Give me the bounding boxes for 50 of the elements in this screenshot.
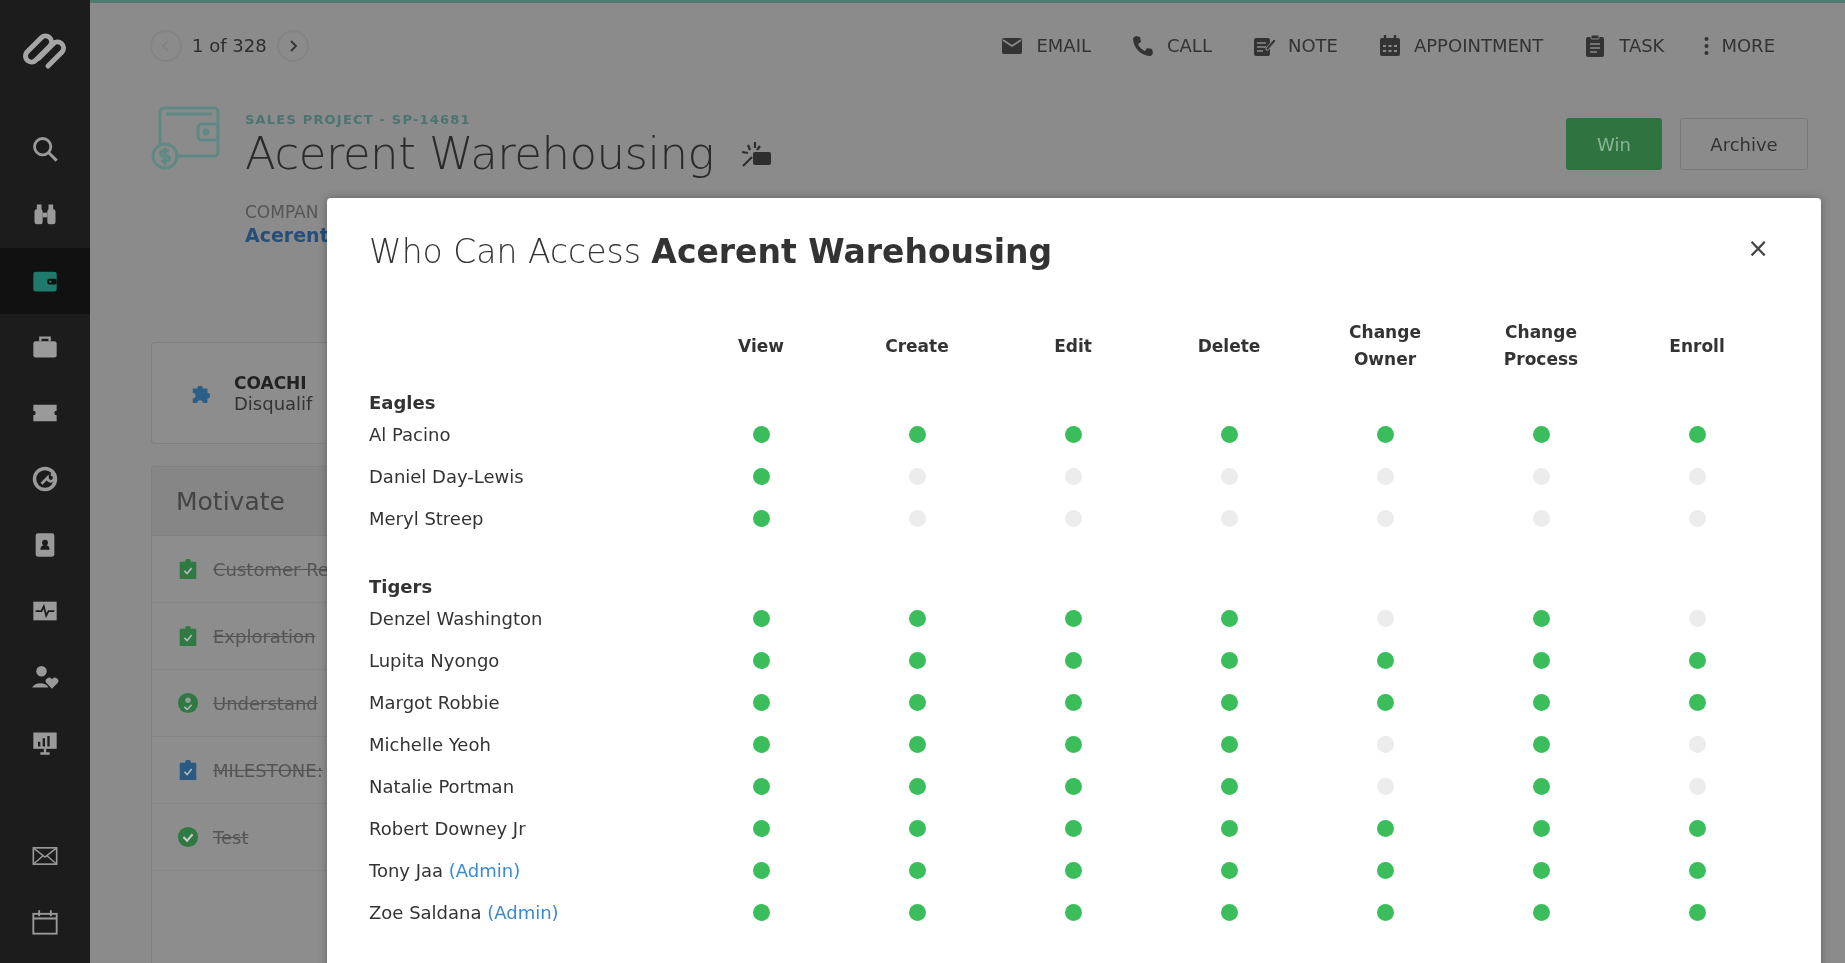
coaching-status: Disqualif	[234, 392, 313, 414]
call-action[interactable]: CALL	[1131, 19, 1212, 72]
member-name: Margot Robbie	[369, 691, 500, 713]
company-link[interactable]: Acerent	[245, 224, 329, 246]
email-action[interactable]: EMAIL	[1000, 19, 1091, 72]
record-title: Acerent Warehousing	[245, 127, 715, 180]
group-label: Eagles	[369, 392, 436, 413]
calendar-icon	[1377, 33, 1402, 58]
note-action[interactable]: NOTE	[1251, 19, 1338, 72]
member-name: Michelle Yeoh	[369, 733, 491, 755]
task-label[interactable]: Test	[213, 826, 249, 848]
modal-title: Who Can Access Acerent Warehousing	[369, 232, 1053, 271]
group-label: Tigers	[369, 576, 433, 597]
member-name: Natalie Portman	[369, 775, 515, 797]
person-heart-icon	[31, 663, 59, 691]
member-name: Lupita Nyongo	[369, 649, 500, 671]
close-button[interactable]: ×	[1739, 232, 1777, 263]
member-name: Denzel Washington	[369, 607, 543, 629]
column-header: Enroll	[1668, 334, 1726, 358]
coaching-title: COACHI	[234, 372, 308, 393]
column-header: Delete	[1196, 334, 1262, 358]
record-type-label: SALES PROJECT - SP-14681	[245, 112, 472, 127]
column-header: Change Process	[1502, 321, 1580, 371]
column-header: View	[737, 334, 785, 358]
more-action[interactable]: MORE	[1704, 19, 1775, 72]
next-button[interactable]	[276, 29, 309, 62]
calendar-icon	[31, 908, 59, 936]
more-icon	[1704, 35, 1710, 56]
admin-link[interactable]: (Admin)	[487, 901, 559, 923]
column-header: Edit	[1053, 334, 1093, 358]
task-action[interactable]: TASK	[1583, 19, 1665, 72]
sparkle-card-icon[interactable]	[740, 139, 773, 168]
phone-icon	[1131, 33, 1155, 58]
member-name: Robert Downey Jr	[369, 817, 526, 839]
member-name: Tony Jaa	[369, 859, 444, 881]
task-label[interactable]: Customer Re	[213, 558, 329, 580]
task-label[interactable]: MILESTONE:	[213, 759, 323, 781]
member-name: Al Pacino	[369, 423, 451, 445]
search-icon	[31, 135, 59, 163]
appointment-action[interactable]: APPOINTMENT	[1377, 19, 1544, 72]
admin-link[interactable]: (Admin)	[448, 859, 521, 881]
member-name: Zoe Saldana	[369, 901, 482, 923]
sidebar-item[interactable]	[0, 248, 90, 314]
column-header: Change Owner	[1348, 321, 1422, 371]
column-header: Create	[884, 334, 950, 358]
record-position: 1 of 328	[192, 35, 267, 56]
task-label[interactable]: Understand	[213, 692, 318, 714]
win-button[interactable]: Win	[1566, 118, 1662, 170]
task-label[interactable]: Exploration	[213, 625, 316, 647]
archive-button[interactable]: Archive	[1680, 118, 1808, 170]
